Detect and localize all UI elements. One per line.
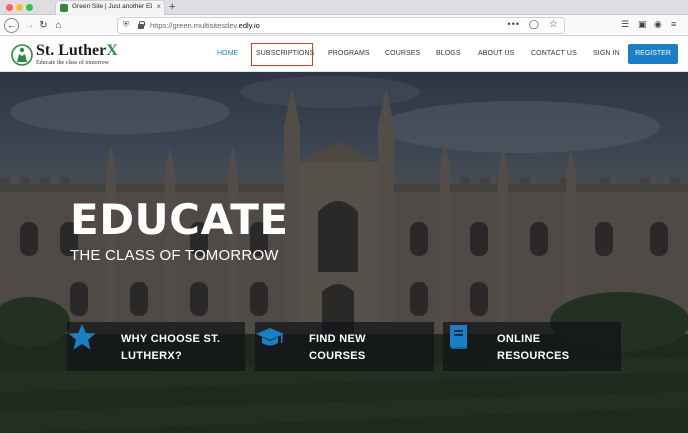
nav-contact-us[interactable]: CONTACT US	[531, 50, 577, 57]
hero-subtitle: THE CLASS OF TOMORROW	[70, 247, 279, 264]
hero-title: EDUCATE	[70, 195, 289, 244]
subscriptions-highlight-box	[251, 43, 313, 66]
sidebar-icon[interactable]: ▣	[638, 19, 647, 30]
graduation-cap-icon	[256, 328, 284, 346]
logo-name[interactable]: St. LutherX	[36, 42, 118, 60]
book-icon	[450, 325, 467, 349]
bookmark-star-icon[interactable]: ☆	[549, 19, 558, 30]
feature-find-courses[interactable]: FIND NEW COURSES	[255, 322, 434, 371]
nav-courses[interactable]: COURSES	[385, 50, 420, 57]
address-bar[interactable]: ⛨ https://green.multisitesdev.edly.io ••…	[117, 17, 565, 34]
new-tab-button[interactable]: +	[169, 0, 175, 14]
minimize-window-button[interactable]	[16, 4, 23, 11]
close-window-button[interactable]	[6, 4, 13, 11]
page-actions-icon[interactable]: •••	[508, 19, 520, 29]
feature-label: ONLINE RESOURCES	[497, 333, 570, 362]
library-icon[interactable]: ☰	[621, 19, 629, 30]
logo-tagline: Educate the class of tomorrow	[36, 60, 109, 66]
feature-online-resources[interactable]: ONLINE RESOURCES	[443, 322, 621, 371]
feature-why-choose[interactable]: WHY CHOOSE ST. LUTHERX?	[67, 322, 245, 371]
browser-tab-strip: Green Site | Just another EDLY × +	[0, 0, 688, 15]
zoom-window-button[interactable]	[26, 4, 33, 11]
back-arrow-icon[interactable]: ←	[4, 18, 19, 33]
nav-programs[interactable]: PROGRAMS	[328, 50, 370, 57]
tab-title: Green Site | Just another EDLY	[72, 3, 152, 10]
site-header: St. LutherX Educate the class of tomorro…	[0, 37, 688, 72]
lock-icon[interactable]	[138, 21, 145, 29]
browser-toolbar: ← → ↻ ⌂ ⛨ https://green.multisitesdev.ed…	[0, 15, 688, 36]
url-text[interactable]: https://green.multisitesdev.edly.io	[150, 21, 260, 30]
reload-icon[interactable]: ↻	[36, 18, 51, 33]
feature-label: WHY CHOOSE ST. LUTHERX?	[121, 333, 221, 362]
hamburger-menu-icon[interactable]: ≡	[671, 19, 676, 29]
logo-icon[interactable]	[11, 44, 33, 66]
star-icon	[68, 324, 96, 350]
nav-home[interactable]: HOME	[217, 50, 238, 57]
pocket-icon[interactable]: ◯	[529, 19, 539, 30]
home-icon[interactable]: ⌂	[51, 18, 66, 33]
account-icon[interactable]: ◉	[654, 19, 662, 30]
forward-arrow-icon[interactable]: →	[22, 18, 37, 33]
nav-sign-in[interactable]: SIGN IN	[593, 50, 620, 57]
register-button[interactable]: REGISTER	[628, 44, 678, 64]
site-favicon-icon	[60, 4, 68, 12]
nav-about-us[interactable]: ABOUT US	[478, 50, 514, 57]
hero-banner: EDUCATE THE CLASS OF TOMORROW WHY CHOOSE…	[0, 72, 688, 433]
browser-tab[interactable]: Green Site | Just another EDLY ×	[56, 1, 164, 15]
tab-close-icon[interactable]: ×	[156, 2, 161, 11]
feature-label: FIND NEW COURSES	[309, 333, 366, 362]
nav-blogs[interactable]: BLOGS	[436, 50, 461, 57]
tracking-shield-icon[interactable]: ⛨	[123, 20, 129, 30]
